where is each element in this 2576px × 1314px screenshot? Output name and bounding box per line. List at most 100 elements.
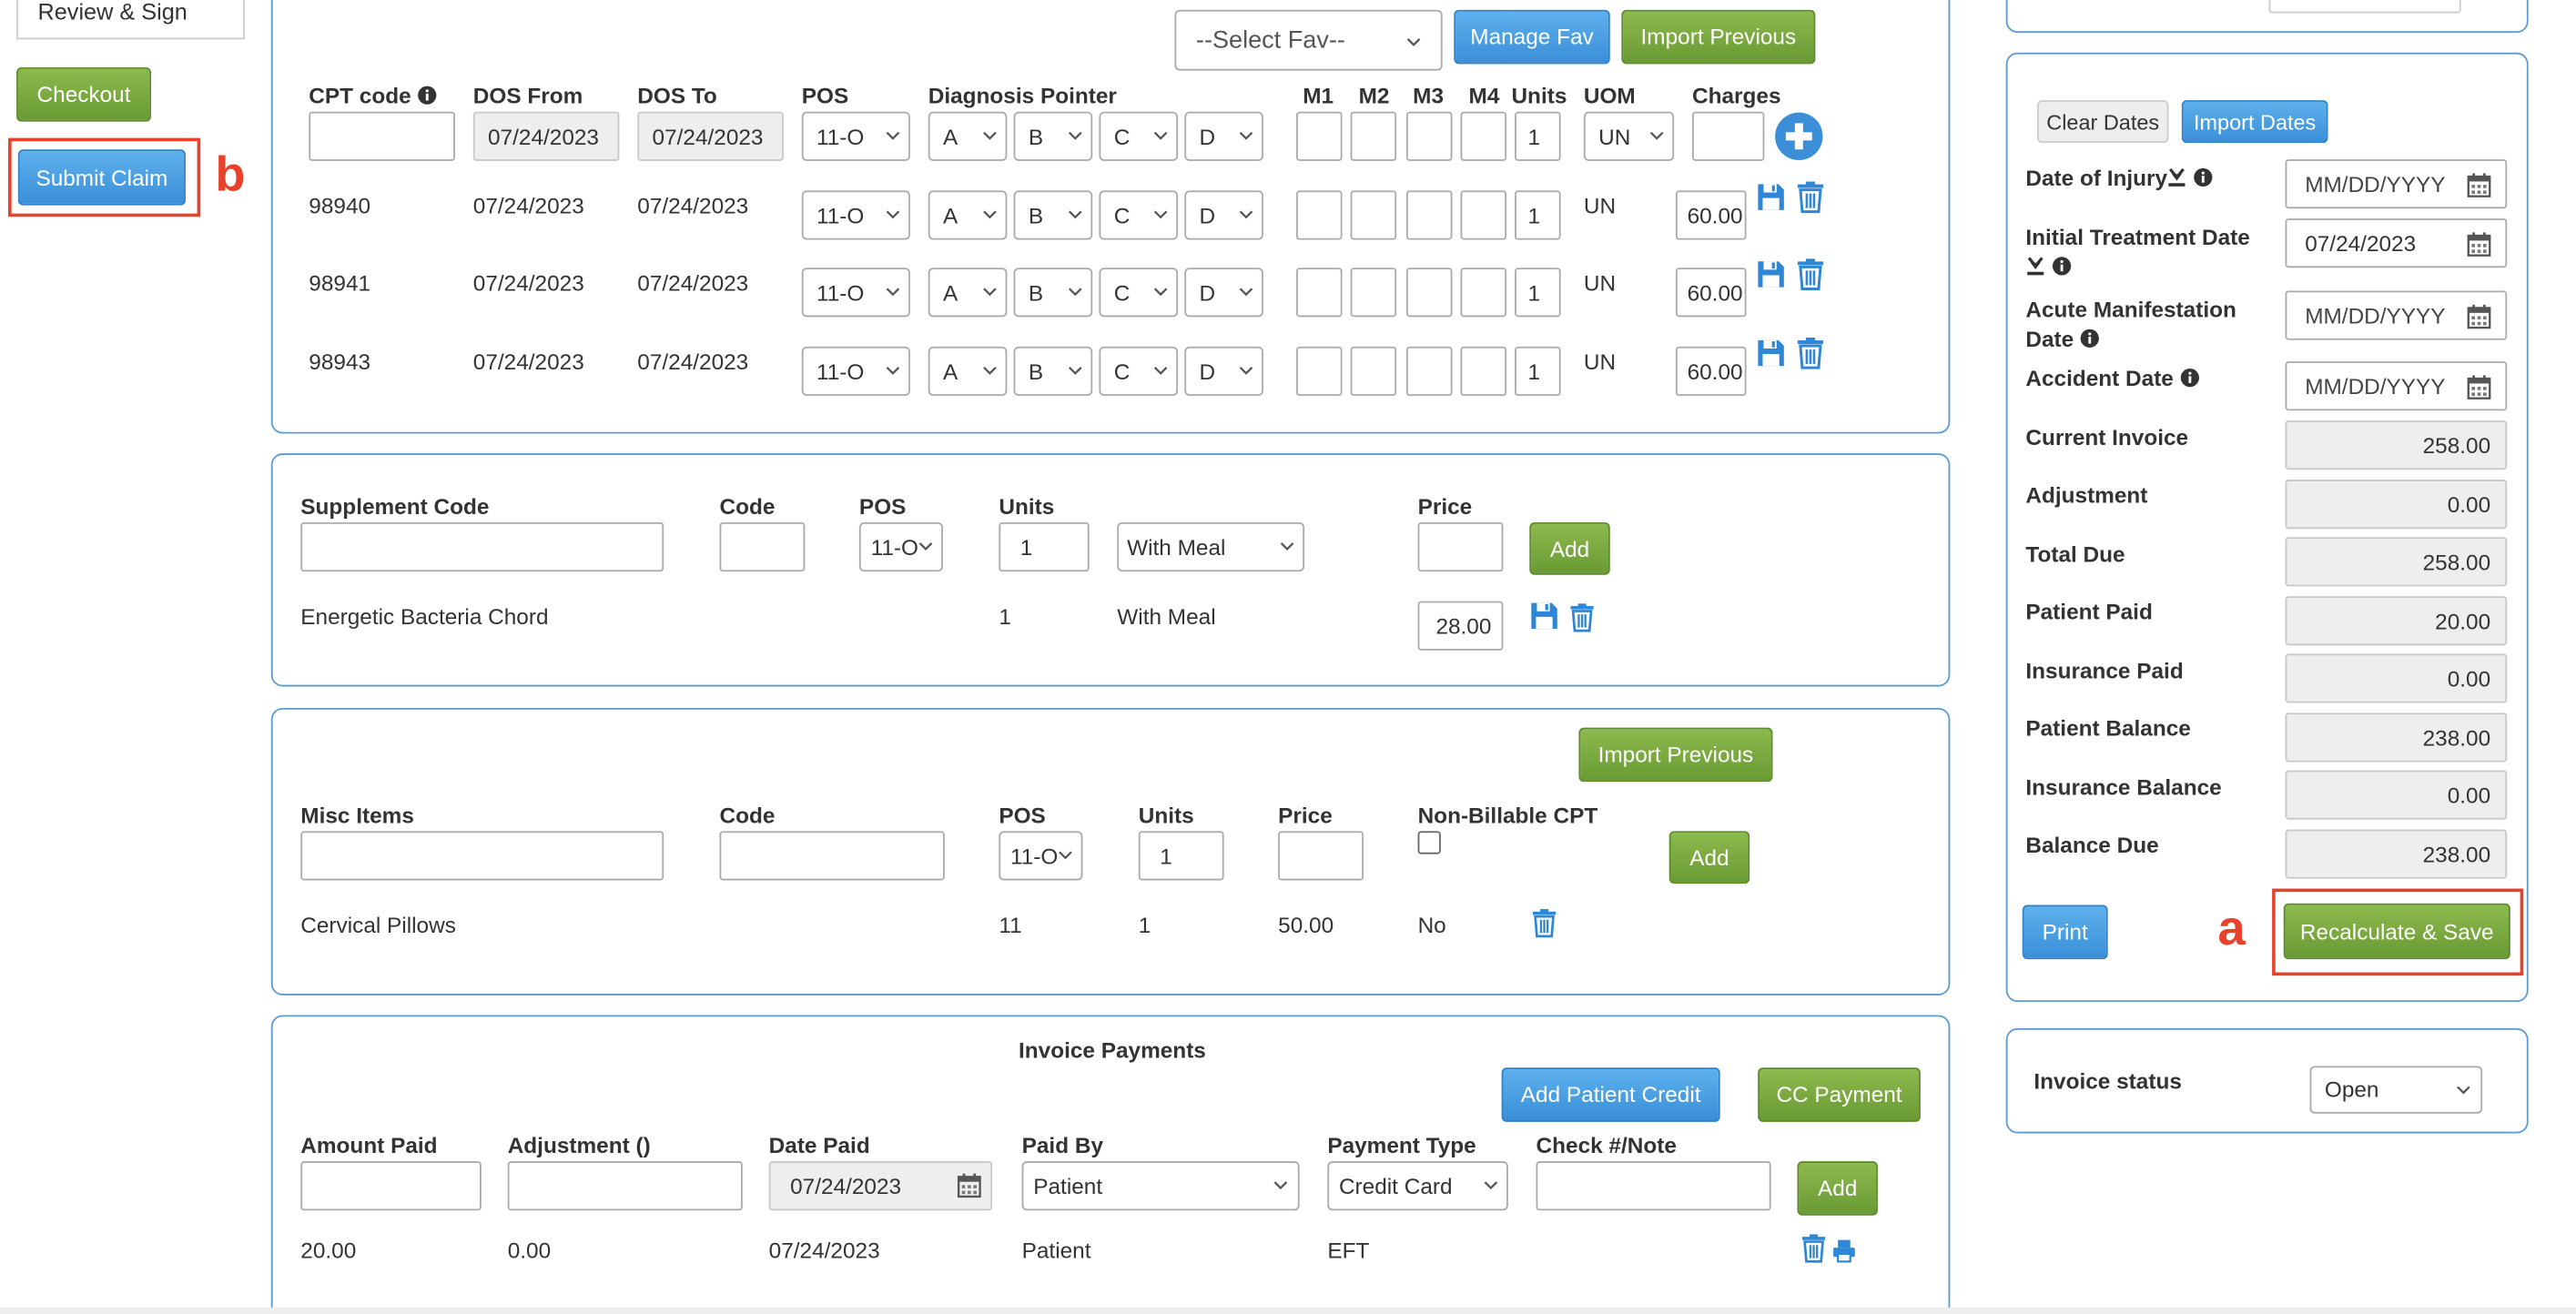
- payment-add-button[interactable]: Add: [1797, 1161, 1878, 1216]
- pos-select[interactable]: 11-O: [801, 111, 910, 161]
- payment-row-print-icon[interactable]: [1831, 1238, 1856, 1263]
- cpt-row-2-units[interactable]: 1: [1515, 268, 1561, 318]
- cpt-row-2-charge[interactable]: 60.00: [1675, 268, 1747, 318]
- date-paid-input[interactable]: 07/24/2023: [768, 1161, 993, 1211]
- supplement-row-save-icon[interactable]: [1529, 600, 1558, 632]
- select-fav-dropdown[interactable]: --Select Fav--: [1174, 9, 1443, 71]
- cpt-row-3-m3[interactable]: [1405, 346, 1453, 397]
- cpt-row-1-charge[interactable]: 60.00: [1675, 190, 1747, 240]
- m3-input[interactable]: [1405, 111, 1453, 161]
- misc-units-input[interactable]: 1: [1138, 831, 1224, 881]
- non-billable-checkbox[interactable]: [1417, 831, 1441, 854]
- cpt-row-2-m2[interactable]: [1350, 268, 1397, 318]
- misc-row-trash-icon[interactable]: [1531, 908, 1557, 937]
- cpt-row-2-pointer-1[interactable]: A: [928, 268, 1008, 318]
- dos-from-input[interactable]: 07/24/2023: [472, 111, 620, 161]
- acute-manifestation-input[interactable]: MM/DD/YYYY: [2285, 290, 2508, 340]
- date-of-injury-input[interactable]: MM/DD/YYYY: [2285, 159, 2508, 209]
- supplement-code-input[interactable]: [300, 521, 664, 572]
- supplement-row-trash-icon[interactable]: [1569, 602, 1596, 632]
- dos-to-input[interactable]: 07/24/2023: [637, 111, 784, 161]
- cpt-row-1-pointer-3[interactable]: C: [1099, 190, 1179, 240]
- cpt-row-2-m3[interactable]: [1405, 268, 1453, 318]
- cpt-row-1-pointer-4[interactable]: D: [1184, 190, 1263, 240]
- supplement-add-button[interactable]: Add: [1529, 521, 1610, 575]
- cpt-row-1-trash-icon[interactable]: [1796, 181, 1825, 214]
- amount-paid-input[interactable]: [300, 1161, 482, 1211]
- uom-select[interactable]: UN: [1583, 111, 1675, 161]
- misc-code-input[interactable]: [719, 831, 945, 881]
- cpt-row-1-m4[interactable]: [1460, 190, 1507, 240]
- cpt-row-1-pointer-2[interactable]: B: [1013, 190, 1093, 240]
- cpt-row-3-m4[interactable]: [1460, 346, 1507, 397]
- cpt-row-2-pos-select[interactable]: 11-O: [801, 268, 910, 318]
- cpt-row-3-m2[interactable]: [1350, 346, 1397, 397]
- pointer-1-select[interactable]: A: [928, 111, 1008, 161]
- payment-adjustment-input[interactable]: [507, 1161, 743, 1211]
- cpt-row-1-units[interactable]: 1: [1515, 190, 1561, 240]
- cpt-row-3-m1[interactable]: [1296, 346, 1343, 397]
- pointer-3-select[interactable]: C: [1099, 111, 1179, 161]
- cpt-row-3-pointer-1[interactable]: A: [928, 346, 1008, 397]
- charges-input[interactable]: [1691, 111, 1765, 161]
- cpt-row-3-pointer-3[interactable]: C: [1099, 346, 1179, 397]
- manage-fav-button[interactable]: Manage Fav: [1454, 9, 1610, 65]
- misc-pos-select[interactable]: 11-O: [999, 831, 1083, 881]
- units-input[interactable]: 1: [1515, 111, 1561, 161]
- supplement-row-price[interactable]: 28.00: [1417, 601, 1504, 651]
- cpt-row-2-m4[interactable]: [1460, 268, 1507, 318]
- chevron-down-icon: [1068, 363, 1082, 378]
- cpt-row-2-m1[interactable]: [1296, 268, 1343, 318]
- supplement-meal-select[interactable]: With Meal: [1117, 521, 1305, 572]
- accident-date-input[interactable]: MM/DD/YYYY: [2285, 361, 2508, 411]
- cpt-row-2-pointer-2[interactable]: B: [1013, 268, 1093, 318]
- m4-input[interactable]: [1460, 111, 1507, 161]
- supplement-code-small-input[interactable]: [719, 521, 806, 572]
- cpt-row-3-trash-icon[interactable]: [1796, 337, 1825, 369]
- cpt-row-1-m2[interactable]: [1350, 190, 1397, 240]
- cpt-row-3-pos-select[interactable]: 11-O: [801, 346, 910, 397]
- cpt-row-1-pointer-1[interactable]: A: [928, 190, 1008, 240]
- clear-dates-button[interactable]: Clear Dates: [2037, 100, 2169, 144]
- misc-import-previous-button[interactable]: Import Previous: [1578, 727, 1773, 783]
- cpt-row-3-pointer-4[interactable]: D: [1184, 346, 1263, 397]
- cc-payment-button[interactable]: CC Payment: [1758, 1067, 1921, 1122]
- add-patient-credit-button[interactable]: Add Patient Credit: [1501, 1067, 1720, 1122]
- m1-input[interactable]: [1296, 111, 1343, 161]
- pointer-4-select[interactable]: D: [1184, 111, 1263, 161]
- cpt-row-2-pointer-3[interactable]: C: [1099, 268, 1179, 318]
- cpt-row-2-pointer-4[interactable]: D: [1184, 268, 1263, 318]
- paid-by-select[interactable]: Patient: [1021, 1161, 1300, 1211]
- payment-row-trash-icon[interactable]: [1800, 1234, 1827, 1263]
- cpt-row-3-pointer-2[interactable]: B: [1013, 346, 1093, 397]
- payment-type-select[interactable]: Credit Card: [1327, 1161, 1508, 1211]
- invoice-status-select[interactable]: Open: [2309, 1066, 2483, 1114]
- misc-add-button[interactable]: Add: [1668, 831, 1750, 884]
- cpt-row-1-m3[interactable]: [1405, 190, 1453, 240]
- supplement-price-input[interactable]: [1417, 521, 1504, 572]
- cpt-code-input[interactable]: [309, 111, 455, 161]
- import-dates-button[interactable]: Import Dates: [2181, 100, 2328, 144]
- add-cpt-plus-circle-icon[interactable]: [1774, 112, 1823, 161]
- cpt-row-2-save-icon[interactable]: [1756, 258, 1785, 290]
- initial-treatment-input[interactable]: 07/24/2023: [2285, 218, 2508, 268]
- misc-price-input[interactable]: [1278, 831, 1364, 881]
- cpt-row-3-save-icon[interactable]: [1756, 337, 1785, 369]
- checkout-button[interactable]: Checkout: [16, 67, 152, 122]
- misc-item-input[interactable]: [300, 831, 664, 881]
- cpt-row-2-trash-icon[interactable]: [1796, 258, 1825, 290]
- cpt-row-1-m1[interactable]: [1296, 190, 1343, 240]
- pointer-2-select[interactable]: B: [1013, 111, 1093, 161]
- cpt-row-3-charge[interactable]: 60.00: [1675, 346, 1747, 397]
- cpt-row-3-units[interactable]: 1: [1515, 346, 1561, 397]
- m2-input[interactable]: [1350, 111, 1397, 161]
- check-note-input[interactable]: [1536, 1161, 1771, 1211]
- right-top-field[interactable]: [2268, 0, 2461, 14]
- review-sign-tab[interactable]: Review & Sign: [16, 0, 245, 40]
- supplement-units-input[interactable]: 1: [999, 521, 1090, 572]
- cpt-row-1-save-icon[interactable]: [1756, 181, 1785, 214]
- cpt-row-1-pos-select[interactable]: 11-O: [801, 190, 910, 240]
- supplement-pos-select[interactable]: 11-O: [858, 521, 943, 572]
- cpt-import-previous-button[interactable]: Import Previous: [1621, 9, 1816, 65]
- print-button[interactable]: Print: [2022, 905, 2108, 960]
